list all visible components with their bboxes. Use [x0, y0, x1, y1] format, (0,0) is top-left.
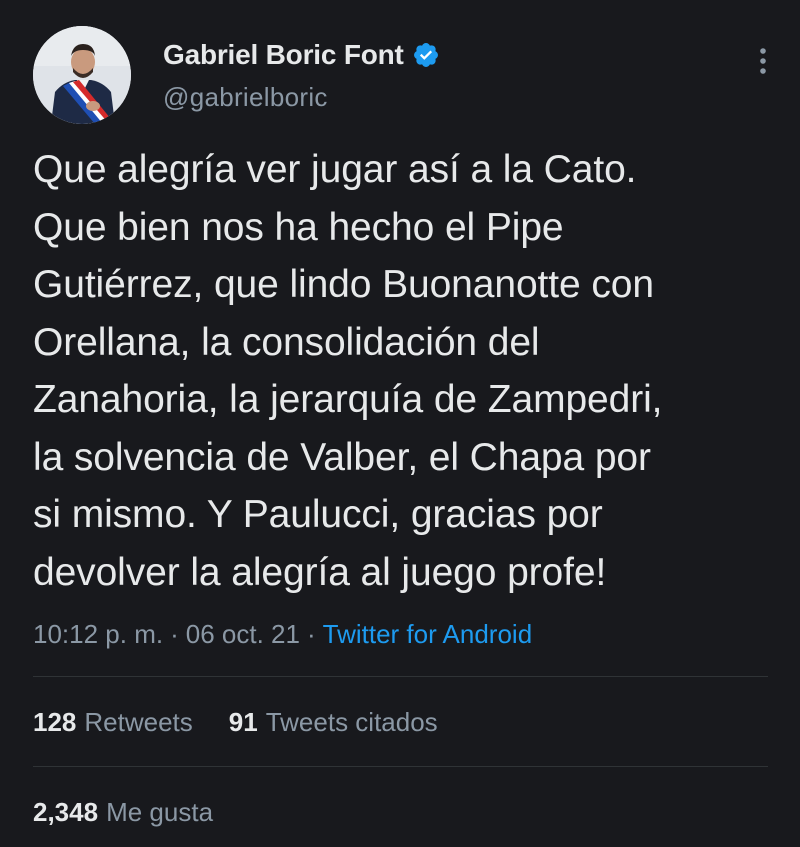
retweets-count: 128 [33, 706, 77, 737]
verified-badge-icon [412, 41, 440, 69]
divider [33, 766, 768, 767]
tweet-header: Gabriel Boric Font @gabrielboric [33, 26, 773, 126]
display-name[interactable]: Gabriel Boric Font [163, 39, 404, 71]
tweet-detail: Gabriel Boric Font @gabrielboric Que ale… [0, 0, 800, 847]
tweet-meta: 10:12 p. m. · 06 oct. 21 · Twitter for A… [33, 614, 532, 654]
more-vertical-icon[interactable] [753, 44, 773, 80]
retweets-stat[interactable]: 128 Retweets [33, 707, 193, 738]
avatar-image [33, 26, 131, 124]
quote-tweets-label: Tweets citados [265, 706, 438, 737]
likes-count: 2,348 [33, 796, 99, 827]
likes-stat[interactable]: 2,348 Me gusta [33, 797, 213, 828]
author-block: Gabriel Boric Font @gabrielboric [163, 38, 440, 113]
tweet-time[interactable]: 10:12 p. m. [33, 619, 163, 650]
quote-tweets-count: 91 [228, 706, 258, 737]
likes-label: Me gusta [106, 796, 214, 827]
tweet-date[interactable]: 06 oct. 21 [186, 619, 300, 650]
stats-row-likes: 2,348 Me gusta [33, 792, 249, 832]
author-handle[interactable]: @gabrielboric [163, 82, 440, 113]
meta-separator: · [170, 618, 179, 649]
retweets-label: Retweets [84, 706, 193, 737]
divider [33, 676, 768, 677]
meta-separator: · [306, 618, 316, 649]
stats-row-shares: 128 Retweets 91 Tweets citados [33, 702, 474, 742]
quote-tweets-stat[interactable]: 91 Tweets citados [229, 707, 438, 738]
tweet-text: Que alegría ver jugar así a la Cato. Que… [33, 148, 663, 594]
tweet-source-link[interactable]: Twitter for Android [323, 619, 533, 650]
avatar[interactable] [33, 26, 131, 124]
name-row: Gabriel Boric Font [163, 38, 440, 72]
